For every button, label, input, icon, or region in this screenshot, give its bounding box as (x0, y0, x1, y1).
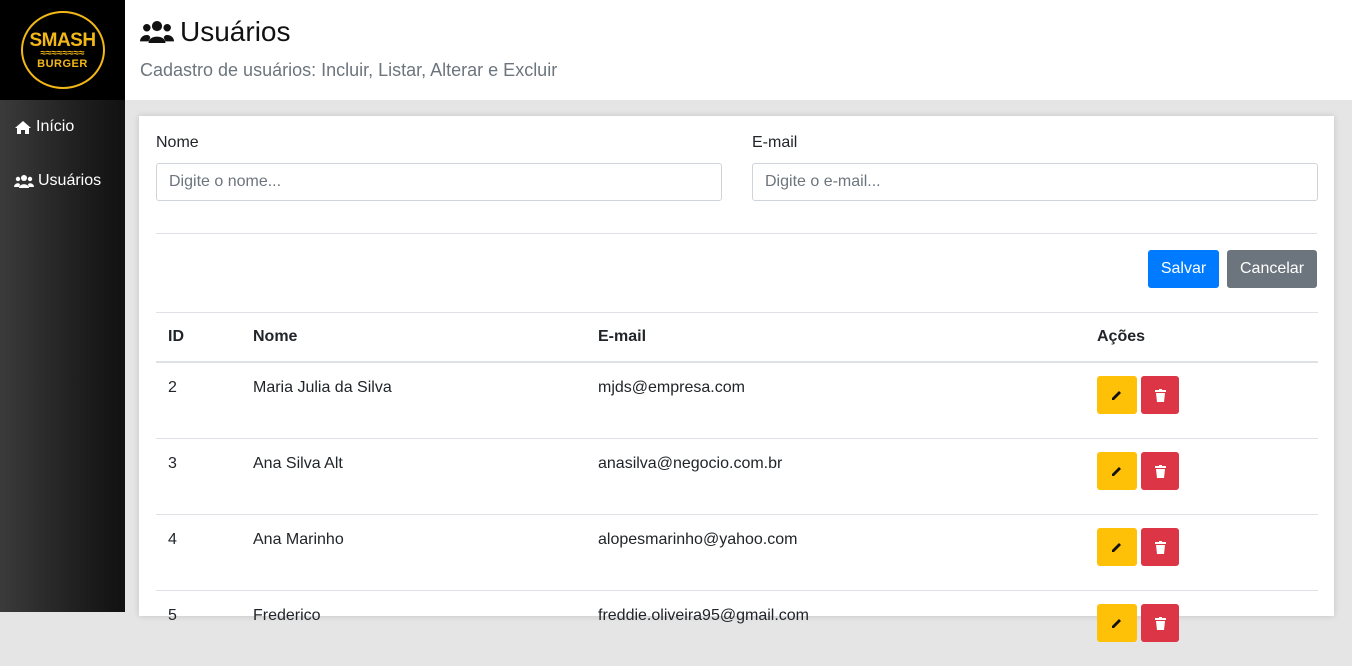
wave-ornament: ≈≈≈≈≈≈≈≈ (41, 50, 85, 58)
page-subtitle: Cadastro de usuários: Incluir, Listar, A… (140, 60, 1352, 81)
page-title: Usuários (180, 16, 290, 48)
user-form: Nome E-mail (139, 116, 1334, 201)
cell-name: Ana Marinho (241, 515, 586, 591)
delete-button[interactable] (1141, 452, 1179, 490)
pencil-icon (1111, 541, 1123, 553)
users-table: ID Nome E-mail Ações 2 Maria Julia da Si… (156, 312, 1318, 666)
cell-id: 2 (156, 362, 241, 439)
cell-actions (1085, 362, 1318, 439)
table-row: 5 Frederico freddie.oliveira95@gmail.com (156, 591, 1318, 666)
trash-icon (1155, 389, 1166, 402)
cell-actions (1085, 515, 1318, 591)
delete-button[interactable] (1141, 528, 1179, 566)
email-label: E-mail (752, 134, 1318, 152)
table-row: 2 Maria Julia da Silva mjds@empresa.com (156, 362, 1318, 439)
cell-email: alopesmarinho@yahoo.com (586, 515, 1085, 591)
cell-email: mjds@empresa.com (586, 362, 1085, 439)
brand-line1: SMASH (29, 31, 95, 50)
cell-email: anasilva@negocio.com.br (586, 439, 1085, 515)
brand-area: SMASH ≈≈≈≈≈≈≈≈ BURGER (0, 0, 125, 100)
edit-button[interactable] (1097, 604, 1137, 642)
cell-id: 3 (156, 439, 241, 515)
trash-icon (1155, 541, 1166, 554)
delete-button[interactable] (1141, 604, 1179, 642)
sidebar-item-label: Início (36, 118, 74, 136)
cell-name: Frederico (241, 591, 586, 666)
name-input[interactable] (156, 163, 722, 201)
brand-line2: BURGER (37, 59, 88, 70)
delete-button[interactable] (1141, 376, 1179, 414)
page-header: Usuários Cadastro de usuários: Incluir, … (125, 0, 1352, 100)
sidebar: SMASH ≈≈≈≈≈≈≈≈ BURGER Início Usuários (0, 0, 125, 612)
pencil-icon (1111, 465, 1123, 477)
cell-id: 5 (156, 591, 241, 666)
table-row: 3 Ana Silva Alt anasilva@negocio.com.br (156, 439, 1318, 515)
cell-email: freddie.oliveira95@gmail.com (586, 591, 1085, 666)
pencil-icon (1111, 389, 1123, 401)
trash-icon (1155, 617, 1166, 630)
name-label: Nome (156, 134, 722, 152)
email-input[interactable] (752, 163, 1318, 201)
save-button[interactable]: Salvar (1148, 250, 1219, 288)
brand-logo[interactable]: SMASH ≈≈≈≈≈≈≈≈ BURGER (21, 11, 105, 89)
sidebar-item-inicio[interactable]: Início (0, 100, 125, 154)
column-header-email: E-mail (586, 313, 1085, 363)
cell-actions (1085, 591, 1318, 666)
users-icon (140, 18, 174, 46)
cancel-button[interactable]: Cancelar (1227, 250, 1317, 288)
edit-button[interactable] (1097, 376, 1137, 414)
edit-button[interactable] (1097, 528, 1137, 566)
home-icon (14, 120, 32, 135)
users-icon (14, 174, 34, 189)
column-header-name: Nome (241, 313, 586, 363)
column-header-actions: Ações (1085, 313, 1318, 363)
cell-name: Ana Silva Alt (241, 439, 586, 515)
sidebar-item-label: Usuários (38, 172, 101, 190)
sidebar-item-usuarios[interactable]: Usuários (0, 154, 125, 208)
trash-icon (1155, 465, 1166, 478)
cell-id: 4 (156, 515, 241, 591)
table-row: 4 Ana Marinho alopesmarinho@yahoo.com (156, 515, 1318, 591)
cell-name: Maria Julia da Silva (241, 362, 586, 439)
cell-actions (1085, 439, 1318, 515)
column-header-id: ID (156, 313, 241, 363)
edit-button[interactable] (1097, 452, 1137, 490)
main-content: Usuários Cadastro de usuários: Incluir, … (125, 0, 1352, 612)
pencil-icon (1111, 617, 1123, 629)
users-card: Nome E-mail Salvar Cancelar ID Nome E-ma… (139, 116, 1334, 616)
